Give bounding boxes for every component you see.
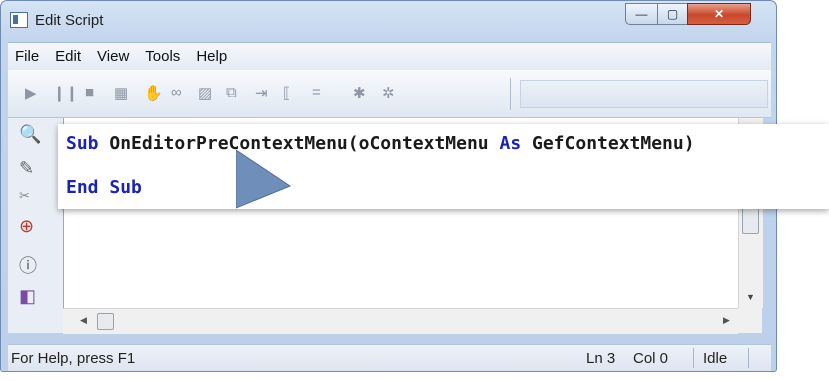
status-bar: For Help, press F1 Ln 3 Col 0 Idle: [8, 344, 771, 371]
keyword-end: End: [66, 177, 99, 198]
search-icon[interactable]: 🔍: [19, 124, 41, 145]
keyword-as: As: [499, 133, 522, 154]
code-line-1: Sub OnEditorPreContextMenu(oContextMenu …: [66, 133, 695, 154]
menu-help[interactable]: Help: [189, 48, 236, 65]
close-button[interactable]: ✕: [687, 3, 751, 25]
toolbar-empty-area: [520, 80, 768, 108]
equals-icon[interactable]: =: [312, 84, 321, 101]
status-separator: [693, 348, 694, 368]
procedure-signature: OnEditorPreContextMenu(oContextMenu: [98, 133, 500, 154]
toolbar-separator: [510, 78, 511, 110]
status-idle: Idle: [703, 350, 728, 367]
parameter-type: GefContextMenu): [521, 133, 695, 154]
hierarchy-icon[interactable]: ⧉: [226, 84, 237, 101]
menu-edit[interactable]: Edit: [48, 48, 90, 65]
add-variable-icon[interactable]: ⊕: [19, 216, 34, 237]
minimize-button[interactable]: —: [625, 3, 658, 25]
horizontal-scrollbar[interactable]: ◀ ▶: [63, 308, 738, 334]
scroll-right-arrow[interactable]: ▶: [723, 315, 730, 326]
keyword-sub: Sub: [98, 177, 142, 198]
pencil-icon[interactable]: ✎: [19, 158, 34, 179]
picture-icon[interactable]: ▨: [198, 84, 212, 102]
hand-icon[interactable]: ✋: [144, 84, 163, 102]
status-help-text: For Help, press F1: [11, 350, 136, 367]
maximize-button[interactable]: ▢: [657, 3, 688, 25]
calendar-icon[interactable]: ▦: [114, 84, 128, 102]
play-icon[interactable]: ▶: [25, 84, 37, 102]
code-callout: Sub OnEditorPreContextMenu(oContextMenu …: [58, 124, 829, 209]
title-bar[interactable]: Edit Script — ▢ ✕: [1, 1, 776, 41]
menu-tools[interactable]: Tools: [138, 48, 189, 65]
paint-icon[interactable]: ◧: [19, 286, 36, 307]
scrollbar-corner: [738, 308, 762, 333]
window-title: Edit Script: [35, 12, 104, 29]
glasses-icon[interactable]: ∞: [171, 84, 182, 101]
step-into-icon[interactable]: ⇥: [255, 84, 268, 102]
toolbar: ▶ ❙❙ ■ ▦ ✋ ∞ ▨ ⧉ ⇥ ⟦ = ✱ ✲: [8, 70, 771, 118]
scroll-left-arrow[interactable]: ◀: [80, 315, 87, 326]
bug-off-icon[interactable]: ✲: [382, 84, 395, 102]
info-icon[interactable]: ⓘ: [19, 252, 37, 278]
stop-icon[interactable]: ■: [85, 84, 94, 101]
left-tool-strip: 🔍 ✎ ✂ ⊕ ⓘ ◧: [8, 118, 63, 333]
horizontal-scroll-thumb[interactable]: [97, 313, 114, 330]
status-separator: [748, 348, 749, 368]
scissors-icon[interactable]: ✂: [19, 188, 30, 204]
step-over-icon[interactable]: ⟦: [283, 84, 290, 102]
vertical-scroll-thumb[interactable]: [742, 206, 759, 234]
app-icon: [10, 12, 28, 28]
scroll-down-arrow[interactable]: ▼: [746, 292, 755, 302]
pause-icon[interactable]: ❙❙: [53, 84, 78, 102]
menu-bar: File Edit View Tools Help: [8, 42, 771, 70]
status-column: Col 0: [633, 350, 669, 367]
mouse-cursor-icon: [236, 150, 292, 209]
menu-file[interactable]: File: [8, 48, 48, 65]
keyword-sub: Sub: [66, 133, 99, 154]
menu-view[interactable]: View: [90, 48, 138, 65]
bug-icon[interactable]: ✱: [353, 84, 366, 102]
status-line: Ln 3: [586, 350, 616, 367]
code-line-2: End Sub: [66, 177, 142, 198]
